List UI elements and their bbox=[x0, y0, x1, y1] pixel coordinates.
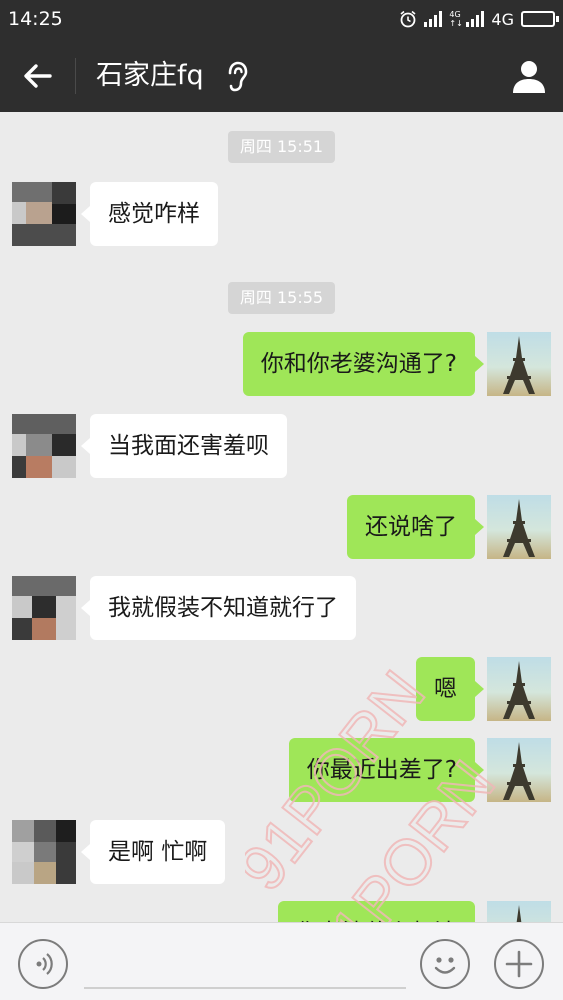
message-bubble-outgoing[interactable]: 嗯 bbox=[416, 657, 484, 721]
timestamp: 周四 15:51 bbox=[228, 131, 335, 163]
timestamp: 周四 15:55 bbox=[228, 282, 335, 314]
back-arrow-icon[interactable] bbox=[16, 54, 60, 98]
message-bubble-outgoing[interactable]: 你和你老婆沟通了? bbox=[242, 332, 485, 396]
ear-icon bbox=[228, 61, 248, 92]
signal-icon bbox=[424, 11, 443, 27]
plus-icon bbox=[505, 950, 533, 978]
contact-avatar[interactable] bbox=[12, 576, 76, 640]
message-bubble-incoming[interactable]: 我就假装不知道就行了 bbox=[81, 576, 356, 640]
more-button[interactable] bbox=[494, 939, 544, 989]
message-input[interactable] bbox=[84, 941, 406, 989]
network-indicator: 4G ↑↓ bbox=[449, 10, 463, 28]
my-avatar[interactable] bbox=[487, 901, 551, 922]
message-bubble-outgoing[interactable]: 还说啥了 bbox=[347, 495, 484, 559]
contact-avatar[interactable] bbox=[12, 820, 76, 884]
header-divider bbox=[75, 58, 76, 94]
eiffel-tower-icon bbox=[503, 661, 535, 719]
message-bubble-outgoing[interactable]: 你最近出差了? bbox=[288, 738, 485, 802]
network-type: 4G bbox=[491, 9, 514, 29]
message-list[interactable]: 周四 15:51 感觉咋样 周四 15:55 你和你老婆沟通了? 当我面还害羞呗… bbox=[0, 112, 563, 922]
my-avatar[interactable] bbox=[487, 738, 551, 802]
message-bubble-incoming[interactable]: 当我面还害羞呗 bbox=[81, 414, 287, 478]
message-bubble-outgoing[interactable]: 你老婆什么想法 bbox=[278, 901, 475, 922]
emoji-icon bbox=[434, 957, 456, 974]
battery-icon bbox=[521, 11, 559, 27]
message-bubble-incoming[interactable]: 是啊 忙啊 bbox=[80, 820, 226, 884]
my-avatar[interactable] bbox=[487, 657, 551, 721]
contact-avatar[interactable] bbox=[12, 414, 76, 478]
chat-header: 石家庄fq bbox=[0, 40, 563, 112]
contact-avatar[interactable] bbox=[12, 182, 76, 246]
eiffel-tower-icon bbox=[516, 905, 522, 922]
message-bubble-incoming[interactable]: 感觉咋样 bbox=[81, 182, 218, 246]
status-icons: 4G ↑↓ 4G bbox=[399, 8, 559, 30]
emoji-button[interactable] bbox=[420, 939, 470, 989]
contact-info-icon[interactable] bbox=[507, 54, 551, 98]
status-bar: 14:25 4G ↑↓ 4G bbox=[0, 0, 563, 40]
voice-button[interactable] bbox=[18, 939, 68, 989]
voice-icon bbox=[36, 953, 53, 975]
my-avatar[interactable] bbox=[487, 495, 551, 559]
eiffel-tower-icon bbox=[503, 742, 535, 800]
alarm-icon bbox=[400, 10, 416, 28]
input-bar bbox=[0, 922, 563, 1000]
eiffel-tower-icon bbox=[503, 336, 535, 394]
signal-icon-2 bbox=[466, 11, 485, 27]
eiffel-tower-icon bbox=[503, 499, 535, 557]
my-avatar[interactable] bbox=[487, 332, 551, 396]
status-time: 14:25 bbox=[8, 8, 63, 30]
chat-title: 石家庄fq bbox=[96, 60, 204, 91]
